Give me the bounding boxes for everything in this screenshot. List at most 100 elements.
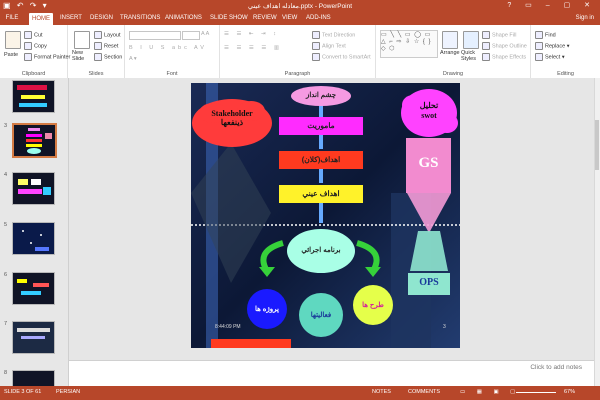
slide-time: 8:44:09 PM xyxy=(215,324,241,330)
window-controls[interactable]: ? ▭ – ▢ ✕ xyxy=(507,1,596,9)
layout-icon xyxy=(94,31,102,39)
slide-thumbnail[interactable] xyxy=(12,222,55,255)
arrange-icon[interactable] xyxy=(442,31,458,49)
cut-label: Cut xyxy=(34,32,43,39)
select-button[interactable]: Select ▾ xyxy=(535,53,565,61)
font-size-input[interactable] xyxy=(182,31,200,40)
section-icon xyxy=(94,53,102,61)
tab-view[interactable]: VIEW xyxy=(282,15,297,21)
cursor-icon xyxy=(535,53,543,61)
thumbnail-art xyxy=(26,128,52,154)
thumbnail-number: 8 xyxy=(4,370,8,376)
font-color-button[interactable]: A ▾ xyxy=(129,56,137,62)
arrange-button[interactable]: Arrange xyxy=(440,50,460,56)
quick-styles-button[interactable]: Quick Styles xyxy=(461,50,479,62)
font-name-input[interactable] xyxy=(129,31,181,40)
shapes-gallery[interactable]: ▭ ╲ ╲ ▭ ◯ ▭ △ ⌐ ⇨ ⇩ ☆ { } ◇ ⬡ xyxy=(380,30,438,58)
tab-transitions[interactable]: TRANSITIONS xyxy=(120,15,160,21)
tab-design[interactable]: DESIGN xyxy=(90,15,113,21)
notes-placeholder: Click to add notes xyxy=(530,364,582,371)
plans-label: طرح ها xyxy=(362,302,384,309)
clipboard-label: Clipboard xyxy=(21,71,46,77)
replace-label: Replace xyxy=(545,43,566,50)
shape-fill-button[interactable]: Shape Fill xyxy=(482,31,516,39)
align-text-button[interactable]: Align Text xyxy=(312,42,346,50)
clipboard-group: Paste Cut Copy Format Painter Clipboard xyxy=(0,25,70,78)
paste-button[interactable]: Paste xyxy=(4,52,18,58)
align-text-icon xyxy=(312,42,320,50)
title-bar: ▣ ↶ ↷ ▾ معادله اهداف عيني.pptx - PowerPo… xyxy=(0,0,600,12)
notes-toggle[interactable]: NOTES xyxy=(372,389,391,395)
shape-outline-button[interactable]: Shape Outline xyxy=(482,42,527,50)
slide-thumbnails-panel[interactable]: 3 4 5 6 7 8 xyxy=(0,78,69,386)
paste-icon[interactable] xyxy=(5,31,21,49)
align-buttons[interactable]: ☰ ☰ ☰ ☰ ▥ xyxy=(224,45,282,51)
swot-label: تحليل swot xyxy=(419,101,439,120)
reset-button[interactable]: Reset xyxy=(94,42,118,50)
thumbnail-number: 3 xyxy=(4,123,8,129)
zoom-slider[interactable] xyxy=(516,392,556,393)
tab-file[interactable]: FILE xyxy=(0,12,24,25)
sign-in-link[interactable]: Sign in xyxy=(576,15,594,21)
shape-effects-label: Shape Effects xyxy=(492,54,527,61)
tab-animations[interactable]: ANIMATIONS xyxy=(165,15,202,21)
replace-icon xyxy=(535,42,543,50)
replace-button[interactable]: Replace ▾ xyxy=(535,42,569,50)
slide-thumbnail[interactable] xyxy=(12,321,55,354)
text-direction-button[interactable]: Text Direction xyxy=(312,31,355,39)
convert-smartart-label: Convert to SmartArt xyxy=(322,54,371,61)
slide-thumbnail-selected[interactable] xyxy=(12,123,57,158)
drawing-group: ▭ ╲ ╲ ▭ ◯ ▭ △ ⌐ ⇨ ⇩ ☆ { } ◇ ⬡ Arrange Qu… xyxy=(376,25,531,78)
editing-label: Editing xyxy=(557,71,574,77)
language-indicator[interactable]: PERSIAN xyxy=(56,389,80,395)
slide-thumbnail[interactable] xyxy=(12,172,55,205)
notes-pane[interactable]: Click to add notes xyxy=(69,360,594,387)
layout-button[interactable]: Layout xyxy=(94,31,121,39)
zoom-level[interactable]: 67% xyxy=(564,389,575,395)
slide-thumbnail[interactable] xyxy=(12,80,55,113)
thumbnail-number: 6 xyxy=(4,272,8,278)
slide-thumbnail[interactable] xyxy=(12,272,55,305)
shape-effects-button[interactable]: Shape Effects xyxy=(482,53,526,61)
tab-home[interactable]: HOME xyxy=(29,13,53,25)
font-grow-shrink[interactable]: A A xyxy=(201,31,209,37)
tab-slide-show[interactable]: SLIDE SHOW xyxy=(210,15,248,21)
slide-thumbnail[interactable] xyxy=(12,370,55,386)
tab-insert[interactable]: INSERT xyxy=(60,15,82,21)
activities-label: فعاليتها xyxy=(310,312,332,319)
projects-label: پروژه ها xyxy=(254,306,279,313)
tab-add-ins[interactable]: ADD-INS xyxy=(306,15,331,21)
find-button[interactable]: Find xyxy=(535,31,556,39)
slide-page-number: 3 xyxy=(443,324,446,330)
vision-label: چشم انداز xyxy=(305,92,337,99)
copy-icon xyxy=(24,42,32,50)
tab-review[interactable]: REVIEW xyxy=(253,15,277,21)
reset-icon xyxy=(94,42,102,50)
section-button[interactable]: Section xyxy=(94,53,122,61)
scrollbar-thumb[interactable] xyxy=(595,120,599,170)
copy-button[interactable]: Copy xyxy=(24,42,47,50)
convert-smartart-button[interactable]: Convert to SmartArt xyxy=(312,53,371,61)
ribbon-tabs: FILE HOME INSERT DESIGN TRANSITIONS ANIM… xyxy=(0,12,600,25)
pen-icon xyxy=(482,42,490,50)
ribbon: Paste Cut Copy Format Painter Clipboard … xyxy=(0,25,600,79)
search-icon xyxy=(535,31,543,39)
cut-button[interactable]: Cut xyxy=(24,31,43,39)
thumbnail-art xyxy=(17,328,50,339)
copy-label: Copy xyxy=(34,43,47,50)
new-slide-button[interactable]: New Slide xyxy=(72,50,92,62)
font-format-buttons[interactable]: B I U S abc AV xyxy=(129,45,207,51)
slides-group: New Slide Layout Reset Section Slides xyxy=(68,25,125,78)
font-group: A A B I U S abc AV A ▾ Font xyxy=(125,25,220,78)
list-buttons[interactable]: ☰ ☰ ⇤ ⇥ ↕ xyxy=(224,31,279,37)
quick-styles-icon[interactable] xyxy=(463,31,479,49)
format-painter-button[interactable]: Format Painter xyxy=(24,53,70,61)
current-slide[interactable]: Stakeholder ذينفعها تحليل swot چشم انداز… xyxy=(191,83,460,348)
view-buttons[interactable]: ▭ ▦ ▣ ▢ xyxy=(460,389,520,395)
scissors-icon xyxy=(24,31,32,39)
thumbnail-number: 7 xyxy=(4,321,8,327)
smartart-icon xyxy=(312,53,320,61)
section-label: Section xyxy=(104,54,123,61)
comments-toggle[interactable]: COMMENTS xyxy=(408,389,440,395)
new-slide-icon[interactable] xyxy=(74,31,90,49)
